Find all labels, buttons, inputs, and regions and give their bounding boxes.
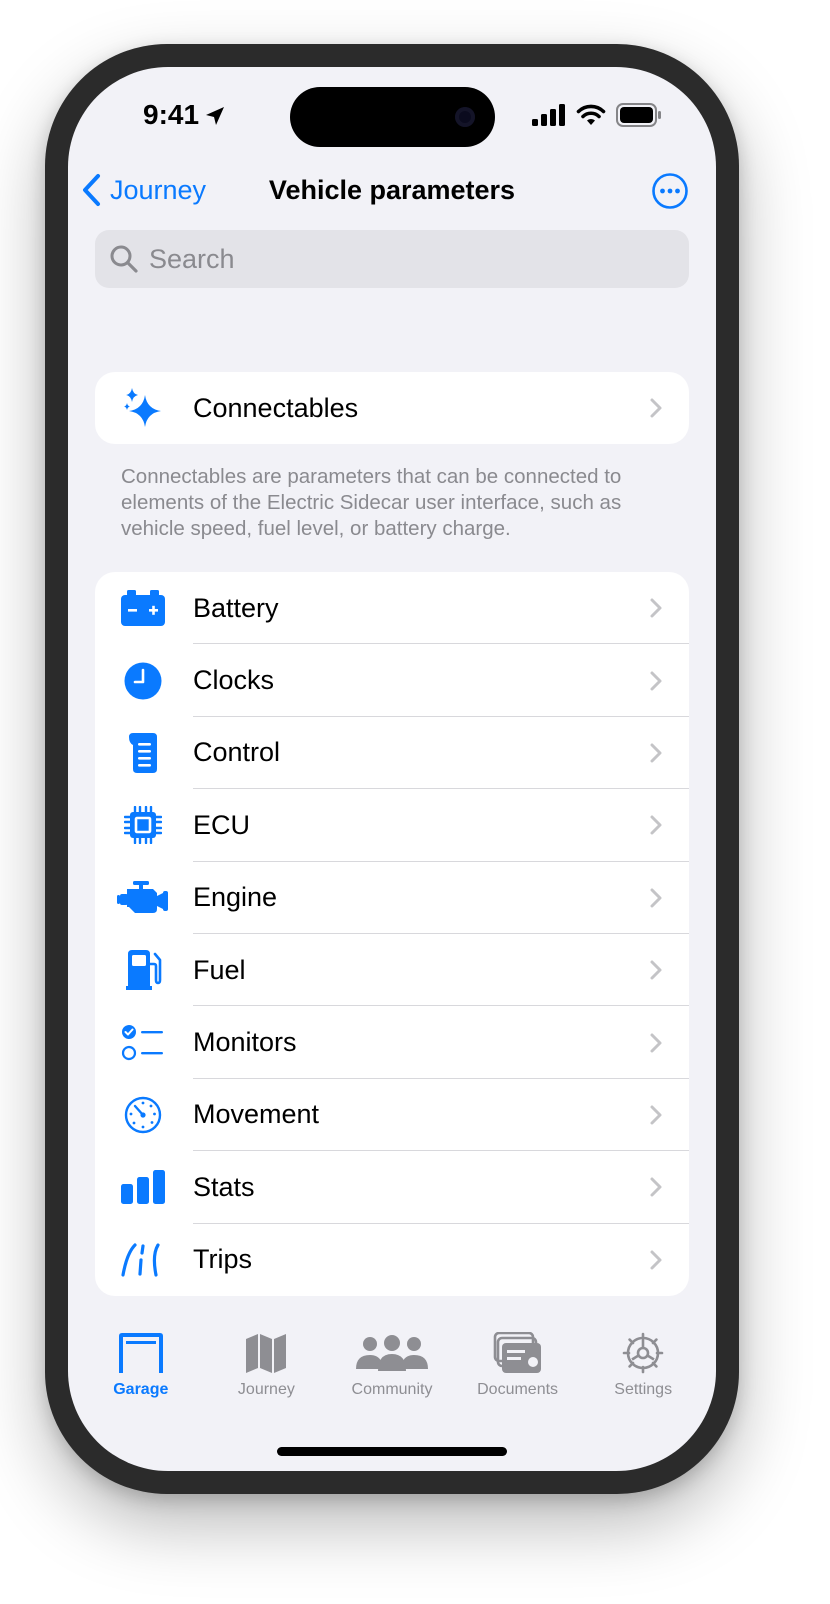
parameter-label: Trips — [193, 1244, 252, 1275]
screen: 9:41 Journey Vehicle parameters Search C… — [68, 67, 716, 1471]
cellular-signal-icon — [532, 104, 565, 126]
dynamic-island — [290, 87, 495, 147]
chevron-right-icon — [650, 960, 662, 980]
parameter-row-engine[interactable]: Engine — [95, 862, 689, 934]
parameter-label: Fuel — [193, 954, 246, 985]
tab-label: Garage — [113, 1381, 169, 1398]
parameter-label: ECU — [193, 809, 251, 840]
parameter-row-monitors[interactable]: Monitors — [95, 1006, 689, 1079]
chevron-right-icon — [650, 1033, 662, 1053]
chevron-right-icon — [650, 598, 662, 618]
control-icon — [117, 731, 169, 775]
tab-bar: Garage Journey Community Documents Setti… — [68, 1329, 716, 1399]
parameter-label: Monitors — [193, 1027, 297, 1058]
engine-icon — [117, 876, 169, 920]
more-button[interactable] — [652, 173, 688, 209]
people-icon — [355, 1329, 428, 1377]
tab-label: Settings — [614, 1381, 673, 1398]
search-input[interactable] — [149, 243, 669, 275]
tab-settings[interactable]: Settings — [583, 1329, 703, 1399]
chevron-right-icon — [650, 743, 662, 763]
ellipsis-circle-icon — [652, 173, 688, 209]
tab-journey[interactable]: Journey — [206, 1329, 326, 1399]
camera-icon — [455, 107, 475, 127]
tab-label: Documents — [477, 1381, 559, 1398]
parameter-row-movement[interactable]: Movement — [95, 1079, 689, 1152]
connectables-group: Connectables — [95, 372, 689, 445]
chevron-right-icon — [650, 1177, 662, 1197]
chevron-right-icon — [650, 398, 662, 418]
connectables-row[interactable]: Connectables — [95, 372, 689, 444]
phone-frame: 9:41 Journey Vehicle parameters Search C… — [45, 44, 739, 1494]
road-icon — [117, 1238, 169, 1282]
tab-community[interactable]: Community — [332, 1329, 452, 1399]
clock-icon — [117, 659, 169, 703]
parameter-row-ecu[interactable]: ECU — [95, 789, 689, 862]
parameter-label: Movement — [193, 1099, 320, 1130]
parameter-label: Clocks — [193, 665, 275, 696]
parameter-row-trips[interactable]: Trips — [95, 1224, 689, 1296]
parameter-label: Stats — [193, 1171, 255, 1202]
parameter-row-fuel[interactable]: Fuel — [95, 934, 689, 1007]
search-bar[interactable] — [95, 230, 689, 288]
search-icon — [110, 245, 138, 273]
documents-icon — [493, 1329, 543, 1377]
status-indicators — [532, 103, 662, 127]
parameter-label: Engine — [193, 882, 278, 913]
parameter-row-control[interactable]: Control — [95, 717, 689, 790]
tab-label: Journey — [237, 1381, 295, 1398]
fuel-pump-icon — [117, 948, 169, 992]
battery-status-icon — [616, 103, 661, 127]
parameter-label: Control — [193, 737, 281, 768]
chevron-right-icon — [650, 1105, 662, 1125]
chevron-right-icon — [650, 888, 662, 908]
checklist-icon — [117, 1021, 169, 1065]
parameter-row-clocks[interactable]: Clocks — [95, 644, 689, 717]
cpu-icon — [117, 803, 169, 847]
home-indicator[interactable] — [277, 1447, 507, 1456]
parameter-row-battery[interactable]: Battery — [95, 572, 689, 645]
status-time: 9:41 — [143, 99, 227, 131]
chevron-right-icon — [650, 815, 662, 835]
page-title: Vehicle parameters — [268, 175, 516, 205]
gauge-icon — [117, 1093, 169, 1137]
tab-label: Community — [351, 1381, 433, 1398]
wifi-icon — [576, 104, 606, 125]
battery-icon — [117, 586, 169, 630]
sparkles-icon — [117, 386, 169, 430]
gear-icon — [621, 1329, 665, 1377]
parameter-label: Battery — [193, 592, 279, 623]
chevron-right-icon — [650, 1250, 662, 1270]
connectables-label: Connectables — [193, 392, 359, 423]
map-icon — [245, 1329, 287, 1377]
bar-chart-icon — [117, 1165, 169, 1209]
connectables-footnote: Connectables are parameters that can be … — [121, 465, 622, 540]
tab-documents[interactable]: Documents — [458, 1329, 578, 1399]
garage-icon — [117, 1329, 165, 1377]
status-time-label: 9:41 — [143, 99, 200, 130]
parameters-group: Battery Clocks Control ECU Engine Fuel M… — [95, 572, 689, 1296]
chevron-right-icon — [650, 671, 662, 691]
location-arrow-icon — [206, 107, 225, 125]
parameter-row-stats[interactable]: Stats — [95, 1151, 689, 1224]
tab-garage[interactable]: Garage — [81, 1329, 201, 1399]
